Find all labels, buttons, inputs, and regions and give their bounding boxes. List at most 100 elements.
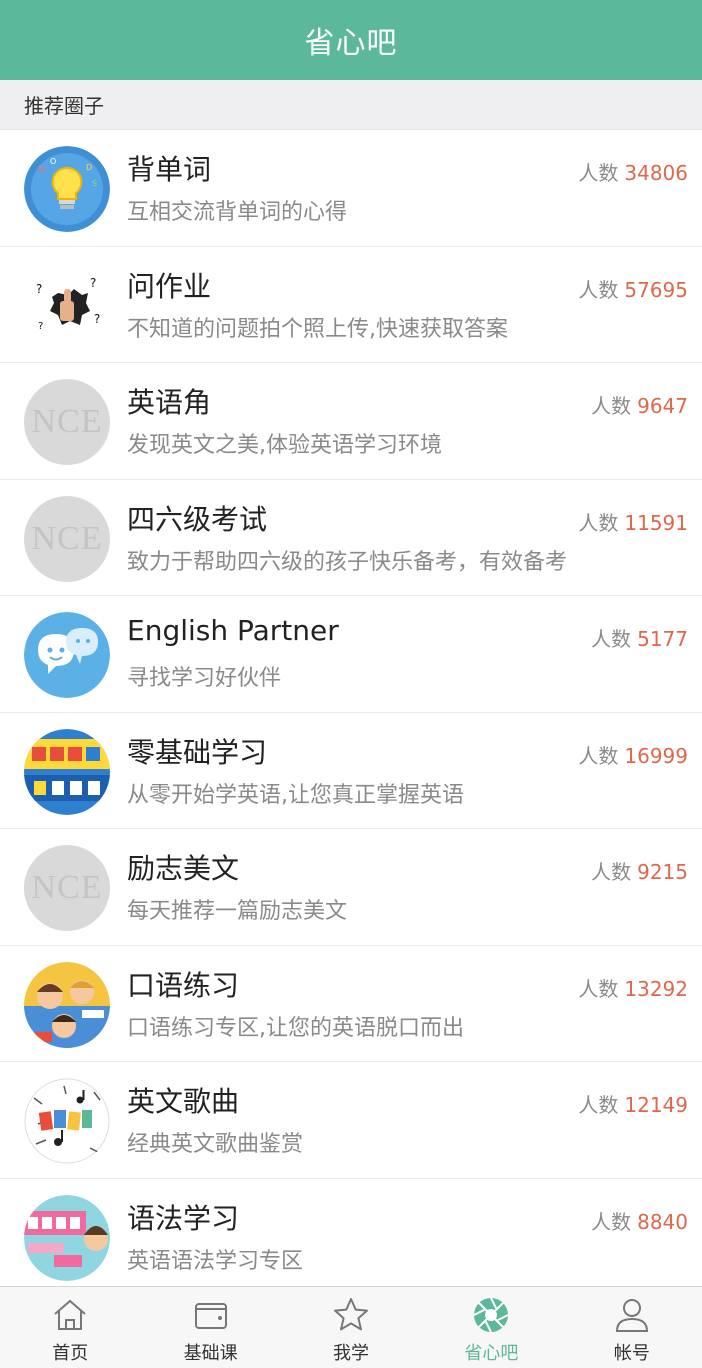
count-label: 人数 [578,510,619,535]
lightbulb-icon: W D S O [24,146,110,232]
count-number: 16999 [624,743,688,768]
svg-text:S: S [92,179,97,188]
circle-name: 背单词 [127,153,212,186]
circle-item[interactable]: 零基础学习 从零开始学英语,让您真正掌握英语 人数 16999 [0,712,702,829]
count-number: 57695 [624,277,688,302]
circle-item[interactable]: NCE 励志美文 每天推荐一篇励志美文 人数 9215 [0,829,702,946]
count-label: 人数 [591,860,632,884]
count-number: 13292 [624,976,688,1001]
svg-text:?: ? [94,312,100,326]
avatar-text: NCE [31,403,103,440]
avatar-text: NCE [31,869,103,906]
circle-name: 英语角 [127,386,212,419]
circle-description: 发现英文之美,体验英语学习环境 [127,433,442,458]
member-count: 人数 16999 [578,740,688,769]
circle-item[interactable]: English Partner 寻找学习好伙伴 人数 5177 [0,596,702,713]
circle-item[interactable]: 语法学习 英语语法学习专区 人数 8840 [0,1178,702,1286]
circle-item[interactable]: ? ? ? ? 问作业 不知道的问题拍个照上传,快速获取答案 人数 57695 [0,246,702,363]
tab-my-study[interactable]: 我学 [281,1287,421,1368]
star-icon [331,1295,371,1335]
count-label: 人数 [578,743,619,768]
member-count: 人数 11591 [578,507,688,536]
member-count: 人数 34806 [578,157,688,186]
count-number: 5177 [637,627,688,651]
grammar-class-icon [24,1194,110,1281]
circle-name: English Partner [127,614,339,647]
music-doodle-icon [24,1078,110,1164]
circle-item[interactable]: 英文歌曲 经典英文歌曲鉴赏 人数 12149 [0,1062,702,1179]
circle-description: 口语练习专区,让您的英语脱口而出 [127,1015,464,1041]
tab-label: 我学 [333,1343,370,1364]
circle-name: 励志美文 [127,852,240,885]
home-icon [50,1295,90,1335]
member-count: 人数 12149 [578,1089,688,1118]
circle-description: 致力于帮助四六级的孩子快乐备考，有效备考 [127,549,568,575]
count-number: 9647 [637,394,688,418]
nce-placeholder-avatar: NCE [24,379,110,465]
tab-home[interactable]: 首页 [0,1287,140,1368]
page-title: 省心吧 [304,26,398,61]
circle-item[interactable]: 口语练习 口语练习专区,让您的英语脱口而出 人数 13292 [0,945,702,1062]
tab-community[interactable]: 省心吧 [421,1287,561,1368]
circle-name: 语法学习 [127,1201,240,1235]
circle-name: 英文歌曲 [127,1085,240,1118]
count-label: 人数 [578,976,619,1001]
wallet-icon [191,1295,231,1335]
aperture-icon [471,1295,511,1335]
count-number: 8840 [637,1209,688,1234]
count-number: 12149 [624,1093,688,1117]
circle-item[interactable]: W D S O 背单词 互相交流背单词的心得 人数 34806 [0,130,702,247]
tab-label: 省心吧 [464,1343,519,1364]
count-number: 9215 [637,860,688,884]
tab-account[interactable]: 帐号 [562,1287,702,1368]
circle-description: 寻找学习好伙伴 [127,666,282,691]
member-count: 人数 9647 [591,390,688,419]
count-label: 人数 [578,277,619,302]
app-header: 省心吧 [0,0,702,80]
tab-label: 首页 [52,1343,89,1364]
svg-text:?: ? [38,321,43,332]
nce-placeholder-avatar: NCE [24,495,110,582]
circle-name: 四六级考试 [127,502,268,536]
member-count: 人数 9215 [591,856,688,885]
zero-basis-icon [24,728,110,815]
user-icon [612,1295,652,1335]
chat-bubbles-icon [24,612,110,698]
nce-placeholder-avatar: NCE [24,845,110,931]
avatar-text: NCE [31,519,103,557]
circle-name: 零基础学习 [127,735,268,769]
circle-description: 每天推荐一篇励志美文 [127,899,348,924]
svg-text:?: ? [36,282,42,296]
svg-text:?: ? [90,276,96,290]
circle-description: 英语语法学习专区 [127,1248,304,1274]
member-count: 人数 8840 [591,1206,688,1235]
circle-description: 不知道的问题拍个照上传,快速获取答案 [127,316,508,342]
member-count: 人数 5177 [591,623,688,652]
count-label: 人数 [578,1093,619,1117]
svg-text:O: O [50,157,56,166]
circle-item[interactable]: NCE 英语角 发现英文之美,体验英语学习环境 人数 9647 [0,363,702,480]
count-number: 34806 [624,161,688,185]
count-label: 人数 [591,394,632,418]
member-count: 人数 13292 [578,973,688,1002]
tab-basic-course[interactable]: 基础课 [140,1287,280,1368]
circle-name: 口语练习 [127,968,240,1002]
circle-description: 经典英文歌曲鉴赏 [127,1132,304,1157]
circle-description: 从零开始学英语,让您真正掌握英语 [127,782,464,808]
count-label: 人数 [591,1209,632,1234]
section-title: 推荐圈子 [24,94,104,118]
bottom-tab-bar: 首页 基础课 我学 省心吧 帐号 [0,1286,702,1368]
section-header: 推荐圈子 [0,80,702,130]
speaking-kids-icon [24,961,110,1048]
count-label: 人数 [591,627,632,651]
circle-item[interactable]: NCE 四六级考试 致力于帮助四六级的孩子快乐备考，有效备考 人数 11591 [0,479,702,596]
tab-label: 帐号 [613,1343,650,1364]
circle-list: W D S O 背单词 互相交流背单词的心得 人数 34806 ? ? ? ? 问… [0,130,702,1286]
thumbs-up-icon: ? ? ? ? [24,262,110,349]
svg-text:D: D [86,163,92,172]
count-number: 11591 [624,510,688,535]
svg-text:W: W [38,165,46,174]
circle-name: 问作业 [127,269,212,303]
count-label: 人数 [578,161,619,185]
circle-description: 互相交流背单词的心得 [127,200,348,225]
